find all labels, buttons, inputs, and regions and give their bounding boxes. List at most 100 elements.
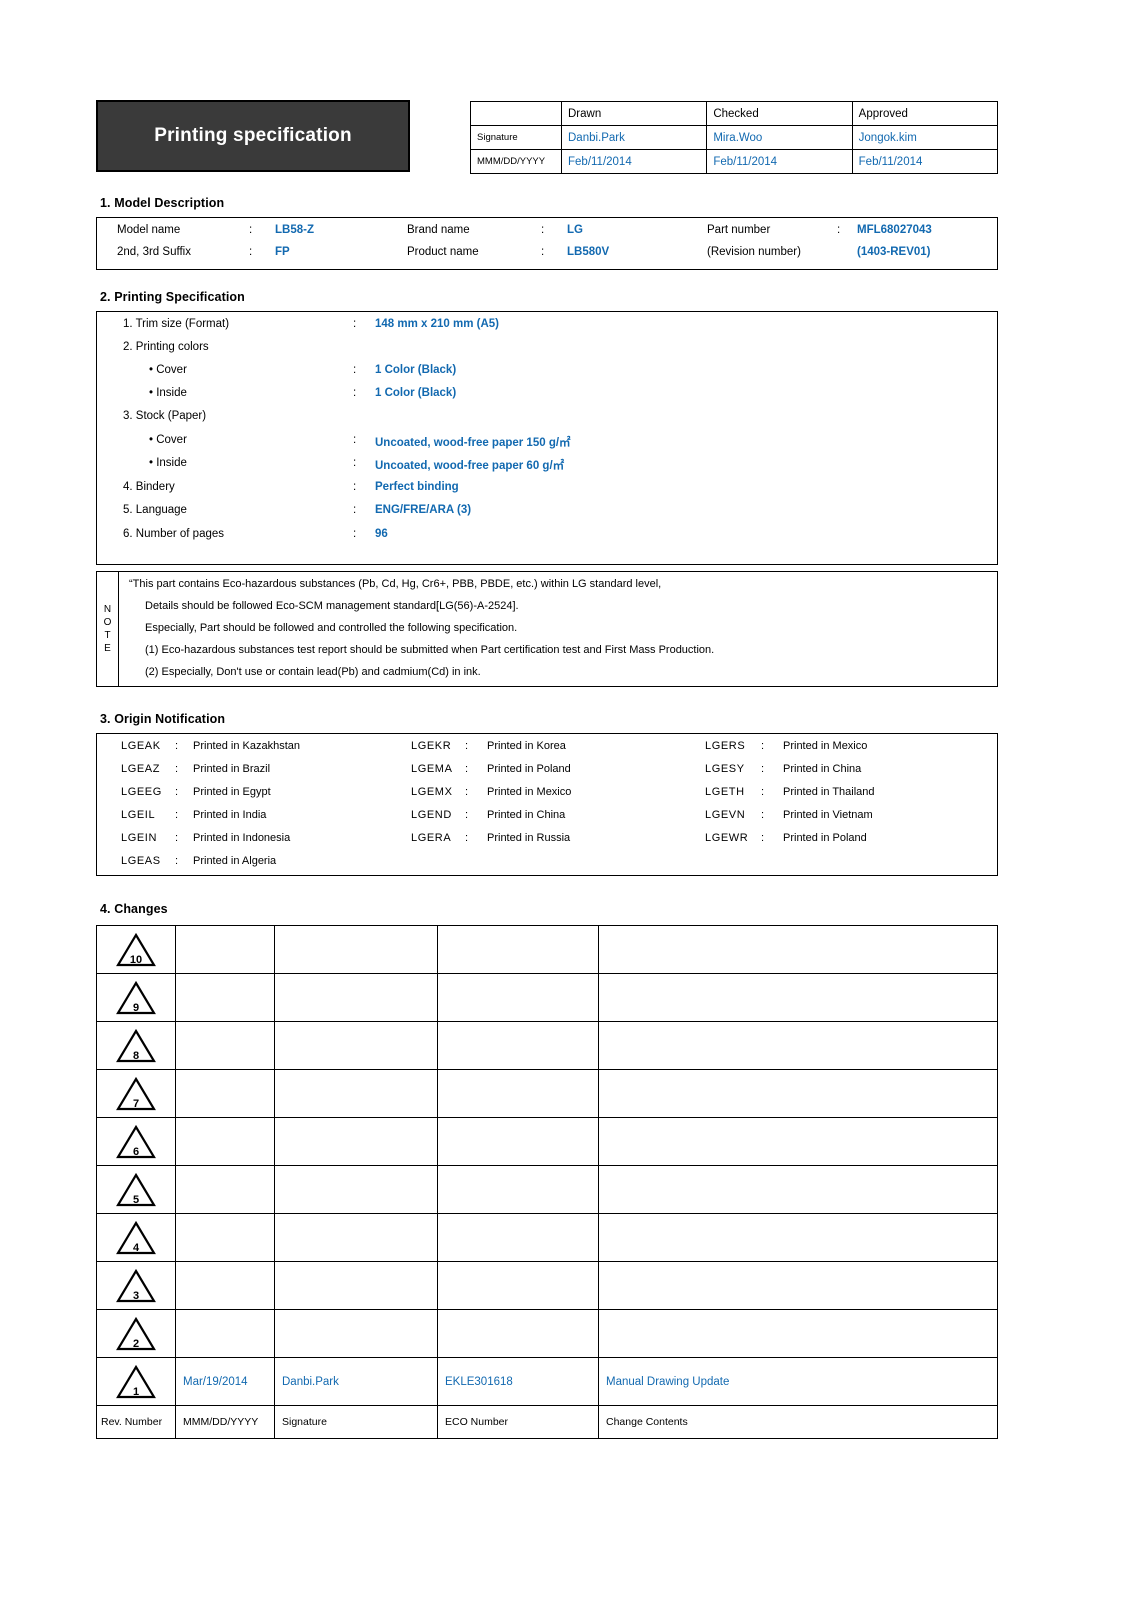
rev-number-cell: 10 [96, 925, 176, 974]
section-title-changes: 4. Changes [100, 902, 168, 916]
change-date-cell [175, 1021, 275, 1070]
origin-code-lgeeg: LGEEG [121, 786, 162, 798]
change-date-cell [175, 1309, 275, 1358]
table-row: 8 [96, 1021, 998, 1070]
trim-size-value: 148 mm x 210 mm (A5) [375, 318, 500, 330]
rev-number-cell: 9 [96, 973, 176, 1022]
revision-number-label: (Revision number) [707, 246, 801, 258]
language-colon: : [353, 504, 357, 516]
signature-approved-value: Jongok.kim [851, 125, 999, 150]
printing-specification-box: 1. Trim size (Format) : 148 mm x 210 mm … [96, 311, 998, 565]
warning-triangle-icon: 8 [116, 1028, 156, 1063]
stock-inside-label: • Inside [149, 457, 187, 469]
change-signature-cell [274, 925, 438, 974]
changes-table: 10 9 8 7 6 5 4 3 2 1 Mar/19/2014 Danbi.P… [96, 925, 998, 1439]
origin-code-lgeth: LGETH [705, 786, 745, 798]
stock-paper-label: 3. Stock (Paper) [123, 410, 207, 422]
printing-colors-cover-value: 1 Color (Black) [375, 364, 457, 376]
change-contents-cell [598, 1261, 998, 1310]
brand-name-colon: : [541, 224, 545, 236]
change-date-cell: Mar/19/2014 [175, 1357, 275, 1406]
suffix-label: 2nd, 3rd Suffix [117, 246, 191, 258]
signature-role-approved: Approved [851, 101, 999, 126]
table-row-signature: Signature Danbi.Park Mira.Woo Jongok.kim [470, 125, 999, 150]
change-date-cell [175, 1069, 275, 1118]
footer-change-contents-label: Change Contents [598, 1405, 998, 1439]
table-row-roles: Drawn Checked Approved [470, 101, 999, 126]
product-name-value: LB580V [567, 246, 610, 258]
origin-code-lgein: LGEIN [121, 832, 158, 844]
table-row: 1 Mar/19/2014 Danbi.Park EKLE301618 Manu… [96, 1357, 998, 1406]
document-title-banner: Printing specification [96, 100, 410, 172]
origin-code-lgeil: LGEIL [121, 809, 156, 821]
change-contents-cell [598, 1021, 998, 1070]
origin-colon-lgeas: : [175, 855, 179, 867]
change-signature-cell [274, 1213, 438, 1262]
rev-number-label: 10 [129, 953, 143, 966]
origin-country-lgemx: Printed in Mexico [487, 786, 572, 798]
rev-number-label: 1 [132, 1385, 140, 1398]
warning-triangle-icon: 1 [116, 1364, 156, 1399]
note-line-3: Especially, Part should be followed and … [145, 622, 518, 634]
rev-number-cell: 5 [96, 1165, 176, 1214]
printing-colors-inside-label: • Inside [149, 387, 187, 399]
rev-number-label: 4 [132, 1241, 140, 1254]
warning-triangle-icon: 6 [116, 1124, 156, 1159]
origin-code-lgeak: LGEAK [121, 740, 161, 752]
rev-number-label: 2 [132, 1337, 140, 1350]
bindery-colon: : [353, 481, 357, 493]
footer-signature-label: Signature [274, 1405, 438, 1439]
printing-specification-document: Printing specification Drawn Checked App… [0, 0, 1132, 1600]
date-checked-value: Feb/11/2014 [706, 149, 853, 174]
part-number-label: Part number [707, 224, 771, 236]
note-letter-n: N [103, 604, 112, 615]
warning-triangle-icon: 7 [116, 1076, 156, 1111]
origin-country-lgers: Printed in Mexico [783, 740, 868, 752]
origin-code-lgend: LGEND [411, 809, 452, 821]
origin-colon-lgesy: : [761, 763, 765, 775]
rev-number-label: 5 [132, 1193, 140, 1206]
model-description-box: Model name : LB58-Z Brand name : LG Part… [96, 217, 998, 270]
origin-colon-lgers: : [761, 740, 765, 752]
stock-cover-colon: : [353, 434, 357, 446]
change-eco-number-cell [437, 1021, 599, 1070]
table-row: 3 [96, 1261, 998, 1310]
origin-colon-lgein: : [175, 832, 179, 844]
origin-code-lgewr: LGEWR [705, 832, 749, 844]
date-row-label: MMM/DD/YYYY [470, 149, 562, 174]
change-contents-cell [598, 973, 998, 1022]
date-drawn-value: Feb/11/2014 [560, 149, 708, 174]
stock-cover-label: • Cover [149, 434, 187, 446]
origin-colon-lgera: : [465, 832, 469, 844]
change-eco-number-cell [437, 1165, 599, 1214]
change-eco-number-cell [437, 1213, 599, 1262]
signature-role-checked: Checked [706, 101, 853, 126]
printing-colors-cover-colon: : [353, 364, 357, 376]
trim-size-label: 1. Trim size (Format) [123, 318, 230, 330]
change-signature-cell [274, 1069, 438, 1118]
number-of-pages-value: 96 [375, 528, 388, 540]
change-contents-cell [598, 1069, 998, 1118]
origin-code-lgera: LGERA [411, 832, 452, 844]
note-line-1: “This part contains Eco-hazardous substa… [129, 578, 662, 590]
change-date-cell [175, 1117, 275, 1166]
origin-country-lgein: Printed in Indonesia [193, 832, 291, 844]
change-signature-cell [274, 1021, 438, 1070]
origin-country-lgevn: Printed in Vietnam [783, 809, 873, 821]
change-eco-number-cell [437, 1069, 599, 1118]
table-row: 6 [96, 1117, 998, 1166]
note-line-4: (1) Eco-hazardous substances test report… [145, 644, 715, 656]
change-signature-cell [274, 1117, 438, 1166]
origin-country-lgewr: Printed in Poland [783, 832, 867, 844]
origin-country-lgeeg: Printed in Egypt [193, 786, 271, 798]
approval-signature-table: Drawn Checked Approved Signature Danbi.P… [470, 101, 999, 174]
origin-colon-lgend: : [465, 809, 469, 821]
origin-code-lgers: LGERS [705, 740, 746, 752]
rev-number-cell: 8 [96, 1021, 176, 1070]
model-name-label: Model name [117, 224, 181, 236]
signature-role-drawn: Drawn [560, 101, 708, 126]
origin-colon-lgeth: : [761, 786, 765, 798]
section-title-origin-notification: 3. Origin Notification [100, 712, 226, 726]
language-label: 5. Language [123, 504, 187, 516]
rev-number-cell: 1 [96, 1357, 176, 1406]
